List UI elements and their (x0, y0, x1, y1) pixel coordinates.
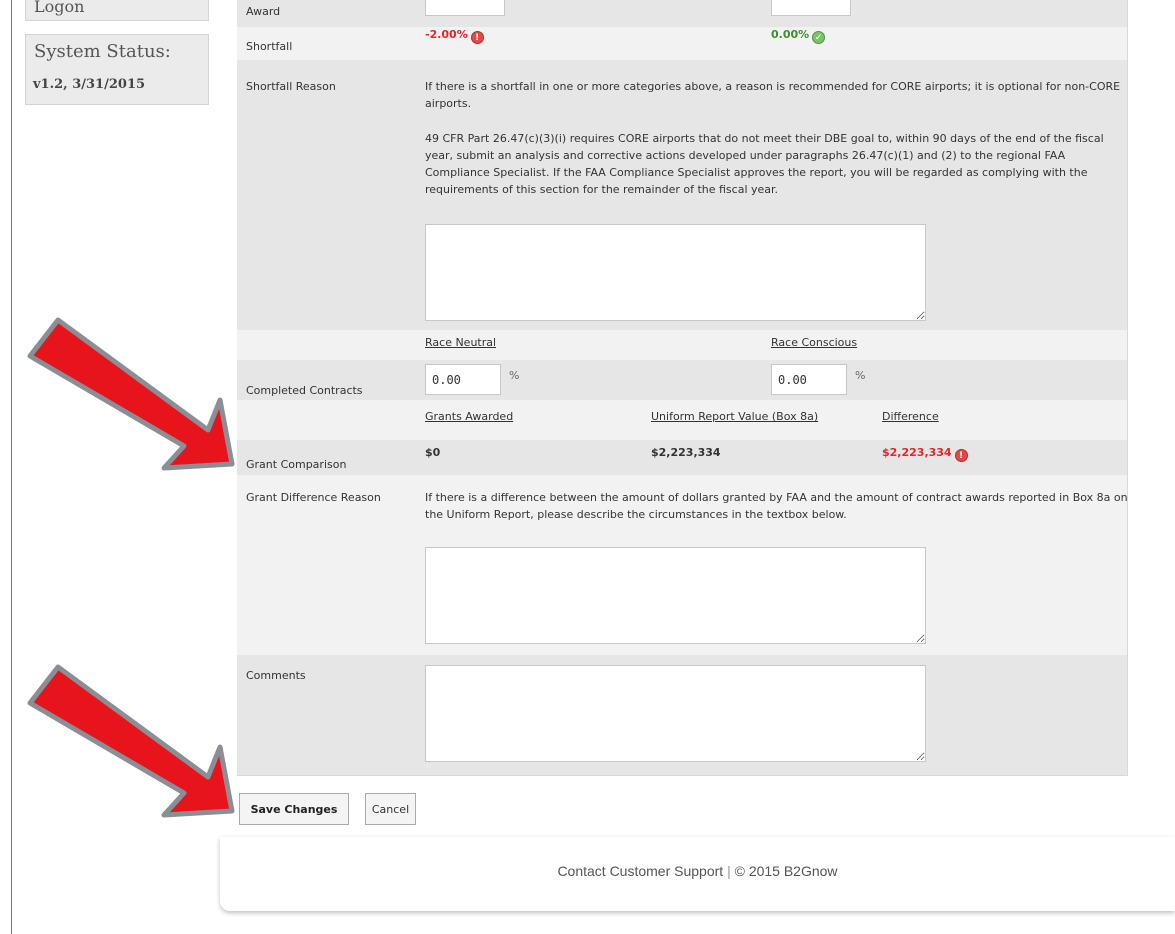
shortfall-reason-label: Shortfall Reason (246, 80, 336, 93)
shortfall-row: Shortfall -2.00%! 0.00% ✓ (237, 27, 1127, 60)
completed-contracts-race-neutral-input[interactable] (425, 364, 501, 395)
contact-support-link[interactable]: Contact Customer Support (557, 863, 723, 879)
grants-awarded-column-header[interactable]: Grants Awarded (425, 410, 513, 423)
comments-row: Comments (237, 655, 1127, 775)
shortfall-race-neutral-value: -2.00%! (425, 28, 484, 44)
race-columns-header-row: Race Neutral Race Conscious (237, 330, 1127, 360)
award-row: Award (237, 0, 1127, 27)
system-version: v1.2, 3/31/2015 (33, 77, 146, 92)
grant-difference-instructions: If there is a difference between the amo… (425, 491, 1128, 521)
shortfall-label: Shortfall (246, 40, 293, 53)
grant-comparison-row: Grant Comparison $0 $2,223,334 $2,223,33… (237, 440, 1127, 475)
grant-difference-reason-row: Grant Difference Reason If there is a di… (237, 475, 1128, 655)
page-footer: Contact Customer Support | © 2015 B2Gnow (220, 837, 1175, 911)
system-status-title: System Status: (34, 41, 171, 62)
completed-contracts-row: Completed Contracts % % (237, 360, 1127, 400)
error-circle-icon: ! (470, 31, 484, 44)
shortfall-reason-row: Shortfall Reason If there is a shortfall… (237, 60, 1127, 330)
completed-contracts-race-conscious-input[interactable] (771, 364, 847, 395)
check-circle-icon: ✓ (812, 31, 826, 44)
shortfall-reason-textarea[interactable] (425, 224, 926, 321)
difference-column-header[interactable]: Difference (882, 410, 939, 423)
arrow-shape-save (27, 664, 235, 818)
system-status-panel: System Status: v1.2, 3/31/2015 (25, 34, 209, 105)
comments-textarea[interactable] (425, 665, 926, 762)
grant-difference-reason-label: Grant Difference Reason (246, 491, 381, 504)
grant-difference-value: $2,223,334! (882, 446, 968, 462)
uniform-report-column-header[interactable]: Uniform Report Value (Box 8a) (651, 410, 818, 423)
grant-difference-reason-textarea[interactable] (425, 547, 926, 644)
copyright-text: © 2015 B2Gnow (734, 863, 838, 879)
award-label: Award (246, 5, 281, 18)
completed-contracts-race-neutral-unit: % (509, 369, 520, 382)
award-race-conscious-input[interactable] (771, 0, 851, 16)
footer-text: Contact Customer Support | © 2015 B2Gnow (220, 863, 1175, 879)
logon-link[interactable]: Logon (34, 0, 84, 16)
arrow-shape-grant (27, 317, 235, 471)
grant-comparison-label: Grant Comparison (246, 458, 347, 471)
sidebar-logon-box[interactable]: Logon (25, 0, 209, 21)
shortfall-reason-regulation: 49 CFR Part 26.47(c)(3)(i) requires CORE… (425, 132, 1104, 196)
completed-contracts-label: Completed Contracts (246, 384, 363, 397)
award-race-neutral-input[interactable] (425, 0, 505, 16)
annotation-arrow-icon (27, 664, 235, 818)
page-left-border (11, 0, 12, 934)
error-circle-icon: ! (954, 449, 968, 462)
cancel-button[interactable]: Cancel (365, 793, 416, 825)
annotation-arrow-icon (27, 317, 235, 471)
race-conscious-column-header[interactable]: Race Conscious (771, 336, 857, 349)
uniform-report-value: $2,223,334 (651, 446, 721, 459)
dbe-report-form: Award Shortfall -2.00%! 0.00% ✓ Shortfall… (237, 0, 1128, 776)
save-changes-button[interactable]: Save Changes (239, 793, 349, 825)
completed-contracts-race-conscious-unit: % (855, 369, 866, 382)
shortfall-race-conscious-value: 0.00% ✓ (771, 28, 826, 44)
comments-label: Comments (246, 669, 306, 682)
grants-awarded-value: $0 (425, 446, 441, 459)
shortfall-reason-intro: If there is a shortfall in one or more c… (425, 80, 1121, 110)
race-neutral-column-header[interactable]: Race Neutral (425, 336, 496, 349)
grant-columns-header-row: Grants Awarded Uniform Report Value (Box… (237, 400, 1127, 440)
footer-separator: | (727, 863, 731, 879)
